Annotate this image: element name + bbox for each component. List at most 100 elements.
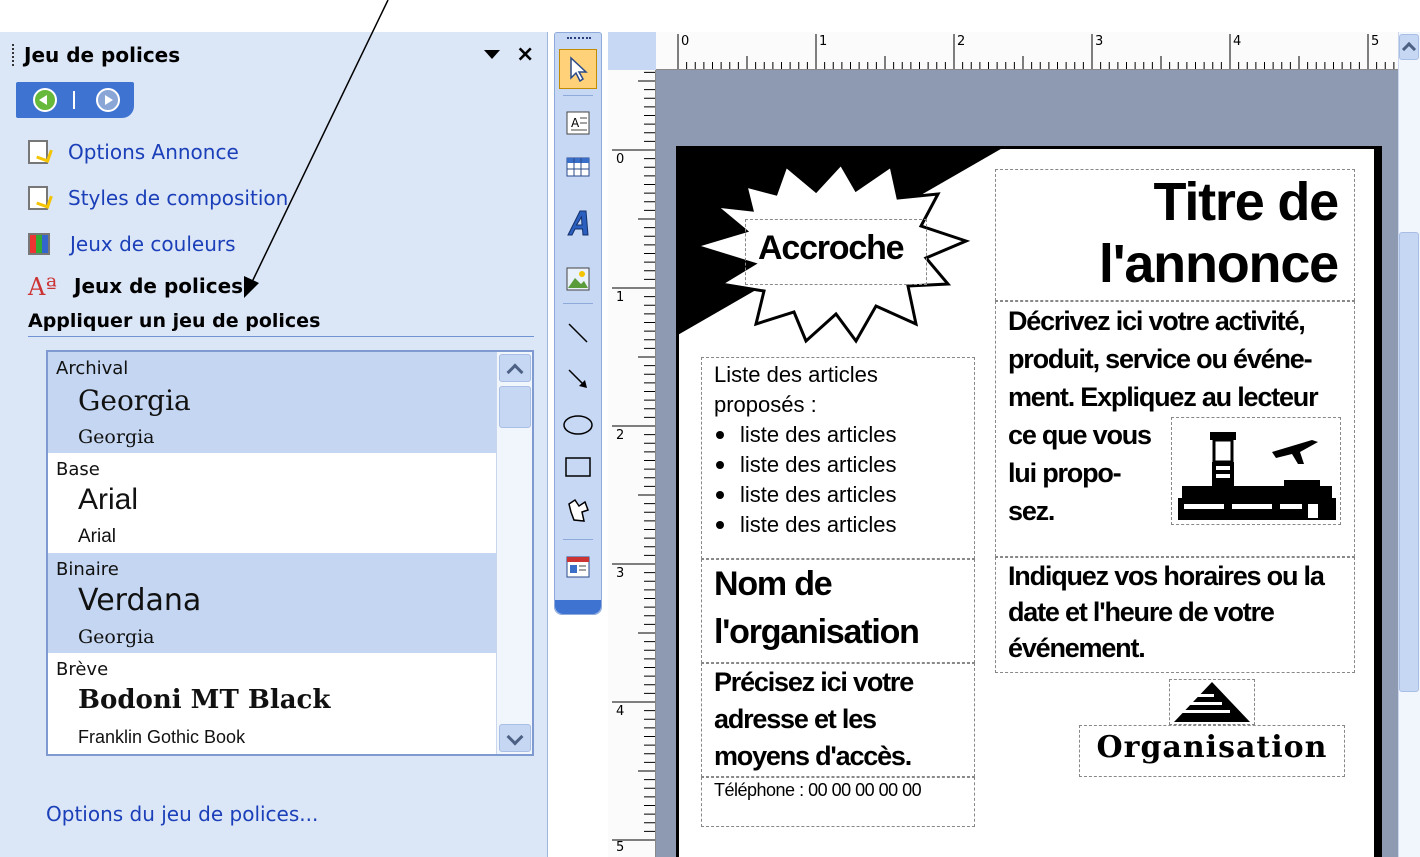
toolbar-separator	[563, 539, 593, 540]
scheme-heading-font: Arial	[78, 483, 139, 516]
font-scheme-item[interactable]: Base Arial Arial	[48, 453, 496, 553]
svg-text:A: A	[571, 116, 580, 130]
article-list-frame[interactable]: Liste des articles proposés : liste des …	[701, 357, 975, 559]
section-heading: Appliquer un jeu de polices	[28, 310, 321, 332]
link-design-styles[interactable]: Styles de composition	[28, 184, 288, 212]
description-line: ce que vous	[1008, 420, 1152, 450]
ruler-number: 2	[616, 428, 625, 443]
accroche-frame[interactable]: Accroche	[745, 219, 927, 285]
link-color-schemes[interactable]: Jeux de couleurs	[28, 230, 236, 258]
organisation-name-frame[interactable]: Nom de l'organisation	[701, 559, 975, 663]
scroll-down-icon[interactable]	[499, 724, 531, 752]
hours-line: événement.	[1008, 633, 1146, 663]
toolbar-grip[interactable]	[567, 37, 591, 40]
link-publication-options[interactable]: Options Annonce	[28, 138, 239, 166]
logo-text: Organisation	[1096, 730, 1328, 765]
autoshapes-button[interactable]	[559, 491, 597, 531]
forward-arrow-icon[interactable]	[96, 88, 120, 112]
pane-menu-dropdown-icon[interactable]	[484, 50, 500, 59]
title-line-1: Titre de	[1153, 172, 1340, 232]
ruler-number: 0	[681, 34, 690, 49]
vertical-ruler[interactable]: 0 1 2 3 4 5	[608, 70, 656, 857]
close-icon[interactable]: ×	[516, 42, 534, 67]
wordart-icon	[567, 210, 589, 236]
scroll-up-icon[interactable]	[499, 354, 531, 382]
font-scheme-list[interactable]: Archival Georgia Georgia Base Arial Aria…	[46, 350, 534, 756]
hours-frame[interactable]: Indiquez vos horaires ou la date et l'he…	[995, 557, 1355, 673]
ruler-number: 4	[616, 704, 625, 719]
font-list-scrollbar[interactable]	[496, 352, 532, 754]
link-font-schemes[interactable]: Aª Jeux de polices	[28, 272, 243, 301]
oval-icon	[563, 415, 593, 435]
flyer-page: Accroche Titre de l'annonce Décrivez ici…	[676, 146, 1382, 857]
design-gallery-button[interactable]	[559, 547, 597, 587]
font-scheme-item[interactable]: Brève Bodoni MT Black Franklin Gothic Bo…	[48, 653, 496, 754]
toolbar-separator	[563, 303, 593, 304]
bullet-icon	[716, 431, 724, 439]
color-schemes-icon	[28, 233, 50, 255]
picture-icon	[566, 267, 590, 291]
ruler-number: 2	[957, 34, 966, 49]
phone-frame[interactable]: Téléphone : 00 00 00 00 00	[701, 777, 975, 827]
back-arrow-icon[interactable]	[33, 88, 57, 112]
organisation-name-line: Nom de	[714, 565, 833, 603]
arrow-icon	[568, 369, 587, 388]
ruler-number: 1	[616, 290, 625, 305]
scroll-up-icon[interactable]	[1399, 34, 1419, 60]
text-box-button[interactable]: A	[559, 103, 597, 143]
description-line: produit, service ou événe-	[1008, 344, 1313, 374]
logo-text-frame[interactable]: Organisation	[1079, 725, 1345, 777]
hours-line: date et l'heure de votre	[1008, 597, 1275, 627]
scheme-body-font: Arial	[78, 526, 117, 547]
scheme-name: Brève	[56, 659, 109, 680]
logo-graphic-frame[interactable]	[1169, 679, 1255, 725]
list-intro: proposés :	[714, 392, 817, 417]
table-button[interactable]	[559, 147, 597, 187]
picture-frame-button[interactable]	[559, 259, 597, 299]
font-scheme-options-link[interactable]: Options du jeu de polices...	[46, 802, 318, 826]
horizontal-ruler-ticks	[677, 34, 1395, 69]
link-label: Jeux de couleurs	[70, 232, 236, 256]
publisher-window: Jeu de polices × Options Annonce Styles …	[0, 0, 1420, 857]
scroll-thumb[interactable]	[1399, 232, 1419, 692]
design-styles-icon	[28, 186, 48, 210]
list-item: liste des articles	[714, 480, 962, 510]
bullet-icon	[716, 521, 724, 529]
font-scheme-item[interactable]: Binaire Verdana Georgia	[48, 553, 496, 653]
title-frame[interactable]: Titre de l'annonce	[995, 169, 1355, 301]
pointer-icon	[570, 56, 588, 82]
toolbar-options-icon[interactable]	[555, 600, 601, 614]
list-item-text: liste des articles	[740, 452, 897, 477]
horizontal-ruler[interactable]: 0 1 2 3 4 5	[656, 32, 1398, 70]
table-icon	[566, 157, 590, 177]
link-label: Styles de composition	[68, 186, 289, 210]
bullet-icon	[716, 491, 724, 499]
arrow-button[interactable]	[559, 359, 597, 399]
line-button[interactable]	[559, 313, 597, 353]
address-frame[interactable]: Précisez ici votre adresse et les moyens…	[701, 663, 975, 777]
wordart-button[interactable]	[559, 203, 597, 243]
scroll-thumb[interactable]	[499, 386, 531, 428]
list-item: liste des articles	[714, 450, 962, 480]
text-box-icon: A	[566, 111, 590, 135]
scheme-name: Base	[56, 459, 100, 480]
canvas-vertical-scrollbar[interactable]	[1398, 32, 1420, 857]
pane-grip[interactable]	[12, 44, 16, 66]
font-schemes-icon: Aª	[28, 273, 57, 301]
list-item-text: liste des articles	[740, 512, 897, 537]
list-item-text: liste des articles	[740, 482, 897, 507]
airport-image-frame[interactable]	[1171, 417, 1341, 525]
address-line: Précisez ici votre	[714, 667, 914, 697]
ruler-corner[interactable]	[608, 32, 656, 70]
font-scheme-item[interactable]: Archival Georgia Georgia	[48, 352, 496, 453]
ruler-number: 5	[1371, 34, 1380, 49]
scheme-name: Binaire	[56, 559, 119, 580]
select-pointer-button[interactable]	[559, 49, 597, 89]
scheme-heading-font: Bodoni MT Black	[78, 685, 331, 715]
scheme-heading-font: Georgia	[78, 384, 191, 417]
oval-button[interactable]	[559, 405, 597, 445]
ruler-number: 4	[1233, 34, 1242, 49]
rectangle-button[interactable]	[559, 447, 597, 487]
objects-toolbar: A	[554, 32, 602, 615]
list-item-text: liste des articles	[740, 422, 897, 447]
